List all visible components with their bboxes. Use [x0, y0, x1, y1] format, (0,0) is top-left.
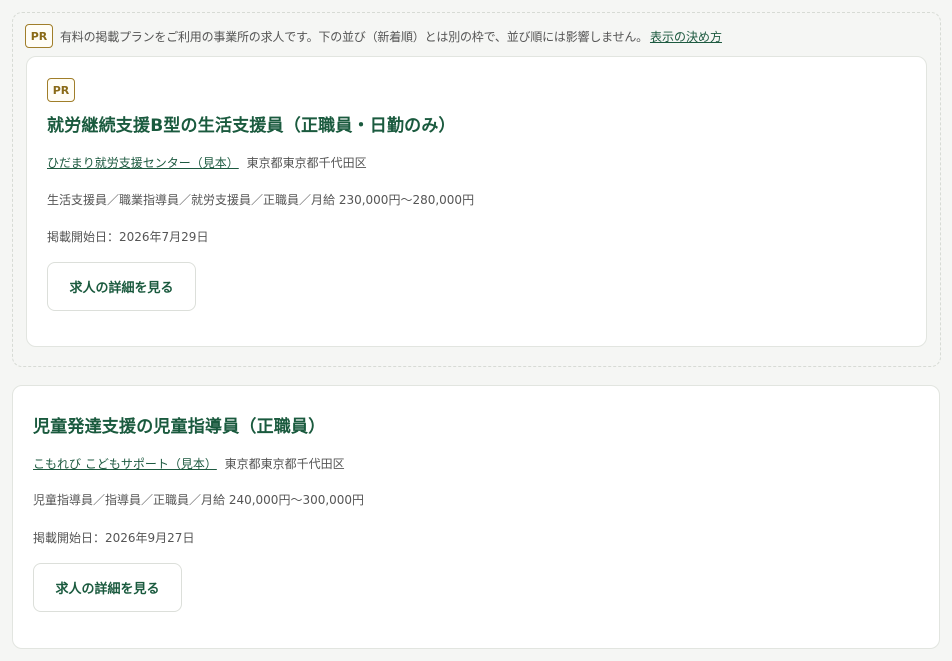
job-title: 就労継続支援B型の生活支援員（正職員・日勤のみ）: [47, 116, 456, 136]
job-location: 東京都東京都千代田区: [246, 156, 367, 170]
pr-badge: PR: [47, 78, 75, 102]
employer-line: こもれび こどもサポート（見本） 東京都東京都千代田区: [33, 455, 345, 472]
pr-badge: PR: [25, 24, 53, 48]
pr-note-text: 有料の掲載プランをご利用の事業所の求人です。下の並び（新着順）とは別の枠で、並び…: [60, 29, 648, 44]
job-tags: 生活支援員／職業指導員／就労支援員／正職員／月給 230,000円〜280,00…: [47, 193, 475, 207]
display-rules-link[interactable]: 表示の決め方: [650, 28, 722, 45]
employer-link[interactable]: ひだまり就労支援センター（見本）: [47, 156, 239, 170]
job-title: 児童発達支援の児童指導員（正職員）: [33, 417, 326, 437]
pr-note: PR 有料の掲載プランをご利用の事業所の求人です。下の並び（新着順）とは別の枠で…: [25, 24, 722, 48]
view-details-button[interactable]: 求人の詳細を見る: [33, 563, 182, 612]
pr-section: PR 有料の掲載プランをご利用の事業所の求人です。下の並び（新着順）とは別の枠で…: [12, 12, 941, 367]
job-tags: 児童指導員／指導員／正職員／月給 240,000円〜300,000円: [33, 493, 365, 507]
posted-date: 掲載開始日：2026年7月29日: [47, 230, 209, 244]
employer-line: ひだまり就労支援センター（見本） 東京都東京都千代田区: [47, 154, 367, 171]
job-location: 東京都東京都千代田区: [224, 457, 345, 471]
job-card: 児童発達支援の児童指導員（正職員） こもれび こどもサポート（見本） 東京都東京…: [12, 385, 940, 649]
view-details-button[interactable]: 求人の詳細を見る: [47, 262, 196, 311]
posted-date: 掲載開始日：2026年9月27日: [33, 531, 195, 545]
employer-link[interactable]: こもれび こどもサポート（見本）: [33, 457, 217, 471]
job-card: PR 就労継続支援B型の生活支援員（正職員・日勤のみ） ひだまり就労支援センター…: [26, 56, 927, 347]
